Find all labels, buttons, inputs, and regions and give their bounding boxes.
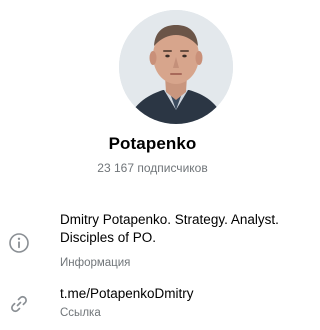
channel-link[interactable]: t.me/PotapenkoDmitry [60, 285, 297, 303]
subscriber-count: 23 167 подписчиков [97, 161, 208, 175]
channel-name: Potapenko [108, 134, 197, 153]
channel-avatar[interactable] [119, 10, 233, 124]
info-icon [8, 232, 30, 254]
about-row[interactable]: Dmitry Potapenko. Strategy. Analyst. Dis… [0, 210, 305, 274]
channel-profile-card: Potapenko 23 167 подписчиков Dmitry Pota… [0, 0, 305, 330]
about-caption: Информация [60, 257, 131, 269]
avatar-portrait [119, 10, 233, 124]
link-row[interactable]: t.me/PotapenkoDmitry Ссылка [0, 284, 305, 328]
about-text: Dmitry Potapenko. Strategy. Analyst. Dis… [60, 212, 279, 245]
link-caption: Ссылка [60, 307, 101, 319]
link-icon [8, 293, 30, 315]
